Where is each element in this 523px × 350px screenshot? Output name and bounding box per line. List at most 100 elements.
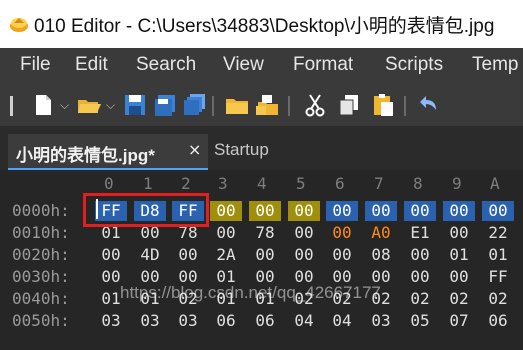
hex-byte[interactable]: 03	[95, 311, 127, 331]
hex-byte[interactable]: 00	[210, 223, 242, 243]
hex-byte[interactable]: 00	[326, 223, 358, 243]
watermark: https://blog.csdn.net/qq_42667177	[120, 283, 381, 302]
selection-highlight-box	[83, 193, 209, 227]
tab-label: 小明的表情包.jpg*	[16, 146, 155, 165]
hex-byte[interactable]: 02	[404, 289, 436, 309]
column-header-label: 4	[257, 174, 267, 193]
new-file-icon[interactable]	[30, 92, 56, 118]
hex-byte[interactable]: 06	[210, 311, 242, 331]
new-file-dropdown-icon[interactable]: ⌵	[60, 98, 69, 113]
hex-byte[interactable]: 00	[404, 245, 436, 265]
hex-byte[interactable]: 01	[443, 245, 475, 265]
row-address: 0030h:	[12, 267, 70, 286]
close-icon[interactable]: ×	[188, 140, 201, 159]
menu-scripts[interactable]: Scripts	[385, 54, 443, 76]
hex-byte[interactable]: 04	[288, 311, 320, 331]
column-header-label: 3	[218, 174, 228, 193]
hex-byte[interactable]: FF	[482, 267, 514, 287]
toolbar: ⌵ ⌵	[0, 86, 523, 126]
hex-byte[interactable]: 03	[172, 311, 204, 331]
toolbar-separator	[288, 96, 290, 116]
menu-bar: File Edit Search View Format Scripts Tem…	[0, 48, 523, 86]
hex-byte[interactable]: 00	[443, 201, 475, 221]
hex-row: 0020h: 00 4D 00 2A 00 00 00 08 00 01 01	[0, 245, 523, 265]
undo-icon[interactable]	[414, 92, 440, 118]
hex-row: 0000h: FF D8 FF 00 00 00 00 00 00 00 00	[0, 201, 523, 221]
row-address: 0000h:	[12, 201, 70, 220]
hex-byte[interactable]: 4D	[134, 245, 166, 265]
menu-edit[interactable]: Edit	[75, 54, 108, 76]
010-editor-icon	[10, 18, 28, 32]
row-address: 0040h:	[12, 289, 70, 308]
column-header: 0 1 2 3 4 5 6 7 8 9 A	[0, 172, 523, 194]
row-address: 0050h:	[12, 311, 70, 330]
toolbar-grip[interactable]	[10, 96, 13, 116]
hex-byte[interactable]: 00	[404, 201, 436, 221]
toolbar-separator	[212, 96, 214, 116]
row-address: 0010h:	[12, 223, 70, 242]
hex-byte[interactable]: 06	[249, 311, 281, 331]
hex-byte[interactable]: 03	[365, 311, 397, 331]
hex-byte[interactable]: 00	[288, 223, 320, 243]
save-as-icon[interactable]	[152, 92, 178, 118]
menu-templates[interactable]: Temp	[472, 54, 518, 76]
folder-icon[interactable]	[224, 92, 250, 118]
hex-byte[interactable]: 00	[288, 245, 320, 265]
column-header-label: 8	[413, 174, 423, 193]
text-caret	[96, 199, 98, 219]
hex-byte[interactable]: 00	[443, 223, 475, 243]
title-bar: 010 Editor - C:\Users\34883\Desktop\小明的表…	[0, 0, 523, 48]
window-title: 010 Editor - C:\Users\34883\Desktop\小明的表…	[34, 16, 495, 37]
hex-byte[interactable]: 00	[482, 201, 514, 221]
hex-byte[interactable]: 02	[443, 289, 475, 309]
column-header-label: 0	[104, 174, 114, 193]
hex-byte[interactable]: 05	[404, 311, 436, 331]
menu-view[interactable]: View	[223, 54, 264, 76]
tab-startup[interactable]: Startup	[214, 140, 269, 160]
hex-byte[interactable]: 00	[172, 245, 204, 265]
open-dropdown-icon[interactable]: ⌵	[106, 98, 115, 113]
copy-icon[interactable]	[336, 92, 362, 118]
hex-byte[interactable]: 00	[210, 201, 242, 221]
menu-search[interactable]: Search	[136, 54, 196, 76]
hex-byte[interactable]: 00	[249, 201, 281, 221]
column-header-label: 5	[296, 174, 306, 193]
menu-file[interactable]: File	[20, 54, 51, 76]
hex-byte[interactable]: 07	[443, 311, 475, 331]
hex-byte[interactable]: E1	[404, 223, 436, 243]
hex-byte[interactable]: 78	[249, 223, 281, 243]
toolbar-separator	[404, 96, 406, 116]
menu-format[interactable]: Format	[293, 54, 353, 76]
column-header-label: 7	[374, 174, 384, 193]
open-folder-icon[interactable]	[76, 92, 102, 118]
hex-byte[interactable]: 06	[482, 311, 514, 331]
hex-byte[interactable]: 00	[249, 245, 281, 265]
hex-byte[interactable]: 03	[134, 311, 166, 331]
cut-icon[interactable]	[302, 92, 328, 118]
tab-active-file[interactable]: 小明的表情包.jpg* ×	[8, 134, 208, 170]
column-header-label: 1	[143, 174, 153, 193]
hex-byte[interactable]: 00	[404, 267, 436, 287]
column-header-label: 2	[181, 174, 191, 193]
hex-byte[interactable]: 00	[326, 245, 358, 265]
save-all-icon[interactable]	[182, 92, 208, 118]
paste-icon[interactable]	[370, 92, 396, 118]
hex-byte[interactable]: 22	[482, 223, 514, 243]
hex-row: 0010h: 01 00 78 00 78 00 00 A0 E1 00 22	[0, 223, 523, 243]
workspace-icon[interactable]	[254, 92, 280, 118]
hex-editor[interactable]: 0 1 2 3 4 5 6 7 8 9 A 0000h: FF D8 FF 00…	[0, 170, 523, 350]
hex-byte[interactable]: 00	[365, 201, 397, 221]
hex-byte[interactable]: 08	[365, 245, 397, 265]
save-icon[interactable]	[122, 92, 148, 118]
hex-byte[interactable]: 00	[326, 201, 358, 221]
hex-byte[interactable]: 04	[326, 311, 358, 331]
hex-byte[interactable]: 02	[482, 289, 514, 309]
hex-byte[interactable]: 00	[95, 245, 127, 265]
hex-byte[interactable]: 01	[482, 245, 514, 265]
tab-bar: 小明的表情包.jpg* × Startup	[0, 126, 523, 170]
column-header-label: A	[490, 174, 500, 193]
hex-byte[interactable]: 2A	[210, 245, 242, 265]
hex-byte[interactable]: 00	[443, 267, 475, 287]
hex-byte[interactable]: 00	[288, 201, 320, 221]
hex-byte[interactable]: A0	[365, 223, 397, 243]
